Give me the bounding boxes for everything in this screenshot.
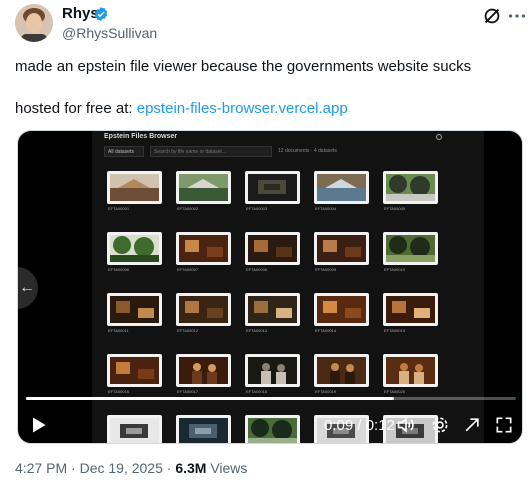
more-icon[interactable] bbox=[506, 5, 528, 27]
thumbnail-image bbox=[107, 171, 162, 204]
thumbnail-image bbox=[107, 232, 162, 265]
thumbnail-tile: EFTA00013 bbox=[245, 293, 300, 334]
thumbnail-image bbox=[107, 354, 162, 387]
thumbnail-label: EFTA00001 bbox=[108, 206, 130, 211]
thumbnail-image bbox=[245, 293, 300, 326]
thumbnail-tile: EFTA00003 bbox=[245, 171, 300, 212]
thumbnail-label: EFTA00004 bbox=[315, 206, 337, 211]
thumbnail-label: EFTA00014 bbox=[315, 328, 337, 333]
thumbnail-tile: EFTA00002 bbox=[176, 171, 231, 212]
thumbnail-image bbox=[176, 415, 231, 443]
play-icon[interactable] bbox=[28, 415, 48, 435]
thumbnail-image bbox=[314, 354, 369, 387]
tweet-meta: 4:27 PM · Dec 19, 2025 · 6.3M Views bbox=[15, 460, 247, 476]
thumbnail-image bbox=[176, 232, 231, 265]
thumbnail-label: EFTA00015 bbox=[384, 328, 406, 333]
thumbnail-tile: EFTA00020 bbox=[383, 354, 438, 395]
thumbnail-tile: EFTA00023 bbox=[245, 415, 300, 443]
thumbnail-label: EFTA00011 bbox=[108, 328, 129, 333]
author-handle[interactable]: @RhysSullivan bbox=[62, 25, 157, 41]
thumbnail-tile: EFTA00022 bbox=[176, 415, 231, 443]
verified-badge-icon bbox=[94, 7, 108, 21]
thumbnail-image bbox=[176, 171, 231, 204]
thumbnail-label: EFTA00012 bbox=[177, 328, 199, 333]
thumbnail-label: EFTA00003 bbox=[246, 206, 268, 211]
thumbnail-label: EFTA00018 bbox=[246, 389, 268, 394]
video-player[interactable]: Epstein Files Browser All datasets Searc… bbox=[17, 130, 523, 444]
thumbnail-image bbox=[176, 293, 231, 326]
thumbnail-grid: EFTA00001 EFTA00002 EFTA00003 EFTA00004 EFTA… bbox=[107, 171, 438, 443]
progress-bar[interactable] bbox=[26, 397, 516, 400]
thumbnail-tile: EFTA00001 bbox=[107, 171, 162, 212]
thumbnail-tile: EFTA00008 bbox=[245, 232, 300, 273]
thumbnail-tile: EFTA00016 bbox=[107, 354, 162, 395]
thumbnail-label: EFTA00002 bbox=[177, 206, 199, 211]
thumbnail-tile: EFTA00006 bbox=[107, 232, 162, 273]
video-time: 0:09 / 0:12 bbox=[324, 417, 395, 434]
thumbnail-image bbox=[383, 354, 438, 387]
thumbnail-tile: EFTA00015 bbox=[383, 293, 438, 334]
thumbnail-tile: EFTA00018 bbox=[245, 354, 300, 395]
thumbnail-tile: EFTA00010 bbox=[383, 232, 438, 273]
grok-icon[interactable] bbox=[481, 5, 503, 27]
thumbnail-image bbox=[314, 171, 369, 204]
thumbnail-label: EFTA00016 bbox=[108, 389, 130, 394]
app-settings-icon bbox=[436, 134, 442, 140]
thumbnail-label: EFTA00009 bbox=[315, 267, 337, 272]
thumbnail-tile: EFTA00017 bbox=[176, 354, 231, 395]
previous-arrow-icon[interactable]: ← bbox=[18, 267, 38, 309]
thumbnail-label: EFTA00006 bbox=[108, 267, 130, 272]
thumbnail-label: EFTA00019 bbox=[315, 389, 337, 394]
thumbnail-label: EFTA00013 bbox=[246, 328, 268, 333]
thumbnail-image bbox=[314, 293, 369, 326]
thumbnail-label: EFTA00005 bbox=[384, 206, 406, 211]
view-count: 6.3M bbox=[175, 460, 207, 476]
thumbnail-tile: EFTA00019 bbox=[314, 354, 369, 395]
app-search-input: Search by file name or dataset... bbox=[150, 146, 272, 157]
thumbnail-image bbox=[383, 293, 438, 326]
timestamp[interactable]: 4:27 PM · Dec 19, 2025 · bbox=[15, 460, 175, 476]
thumbnail-tile: EFTA00005 bbox=[383, 171, 438, 212]
thumbnail-image bbox=[107, 415, 162, 443]
settings-gear-icon[interactable] bbox=[430, 415, 450, 435]
thumbnail-label: EFTA00010 bbox=[384, 267, 406, 272]
thumbnail-tile: EFTA00007 bbox=[176, 232, 231, 273]
thumbnail-image bbox=[245, 232, 300, 265]
thumbnail-image bbox=[383, 232, 438, 265]
thumbnail-tile: EFTA00021 bbox=[107, 415, 162, 443]
dataset-select: All datasets bbox=[104, 146, 144, 157]
thumbnail-label: EFTA00017 bbox=[177, 389, 199, 394]
tweet-link[interactable]: epstein-files-browser.vercel.app bbox=[137, 100, 348, 117]
pop-out-icon[interactable] bbox=[462, 415, 482, 435]
thumbnail-tile: EFTA00014 bbox=[314, 293, 369, 334]
thumbnail-image bbox=[107, 293, 162, 326]
volume-icon[interactable] bbox=[396, 415, 416, 435]
thumbnail-label: EFTA00008 bbox=[246, 267, 268, 272]
tweet-text: made an epstein file viewer because the … bbox=[15, 58, 472, 75]
avatar[interactable] bbox=[15, 4, 53, 42]
progress-fill bbox=[26, 397, 394, 400]
thumbnail-tile: EFTA00011 bbox=[107, 293, 162, 334]
thumbnail-image bbox=[314, 232, 369, 265]
thumbnail-image bbox=[383, 171, 438, 204]
fullscreen-icon[interactable] bbox=[494, 415, 514, 435]
app-count: 12 documents · 4 datasets bbox=[278, 148, 337, 154]
thumbnail-image bbox=[245, 171, 300, 204]
thumbnail-label: EFTA00020 bbox=[384, 389, 406, 394]
thumbnail-tile: EFTA00009 bbox=[314, 232, 369, 273]
app-title: Epstein Files Browser bbox=[104, 133, 178, 140]
thumbnail-image bbox=[245, 415, 300, 443]
thumbnail-label: EFTA00007 bbox=[177, 267, 199, 272]
views-label: Views bbox=[206, 460, 248, 476]
thumbnail-tile: EFTA00004 bbox=[314, 171, 369, 212]
tweet-link-prefix: hosted for free at: bbox=[15, 100, 137, 117]
thumbnail-image bbox=[176, 354, 231, 387]
thumbnail-tile: EFTA00012 bbox=[176, 293, 231, 334]
thumbnail-image bbox=[245, 354, 300, 387]
tweet-link-line: hosted for free at: epstein-files-browse… bbox=[15, 99, 348, 119]
